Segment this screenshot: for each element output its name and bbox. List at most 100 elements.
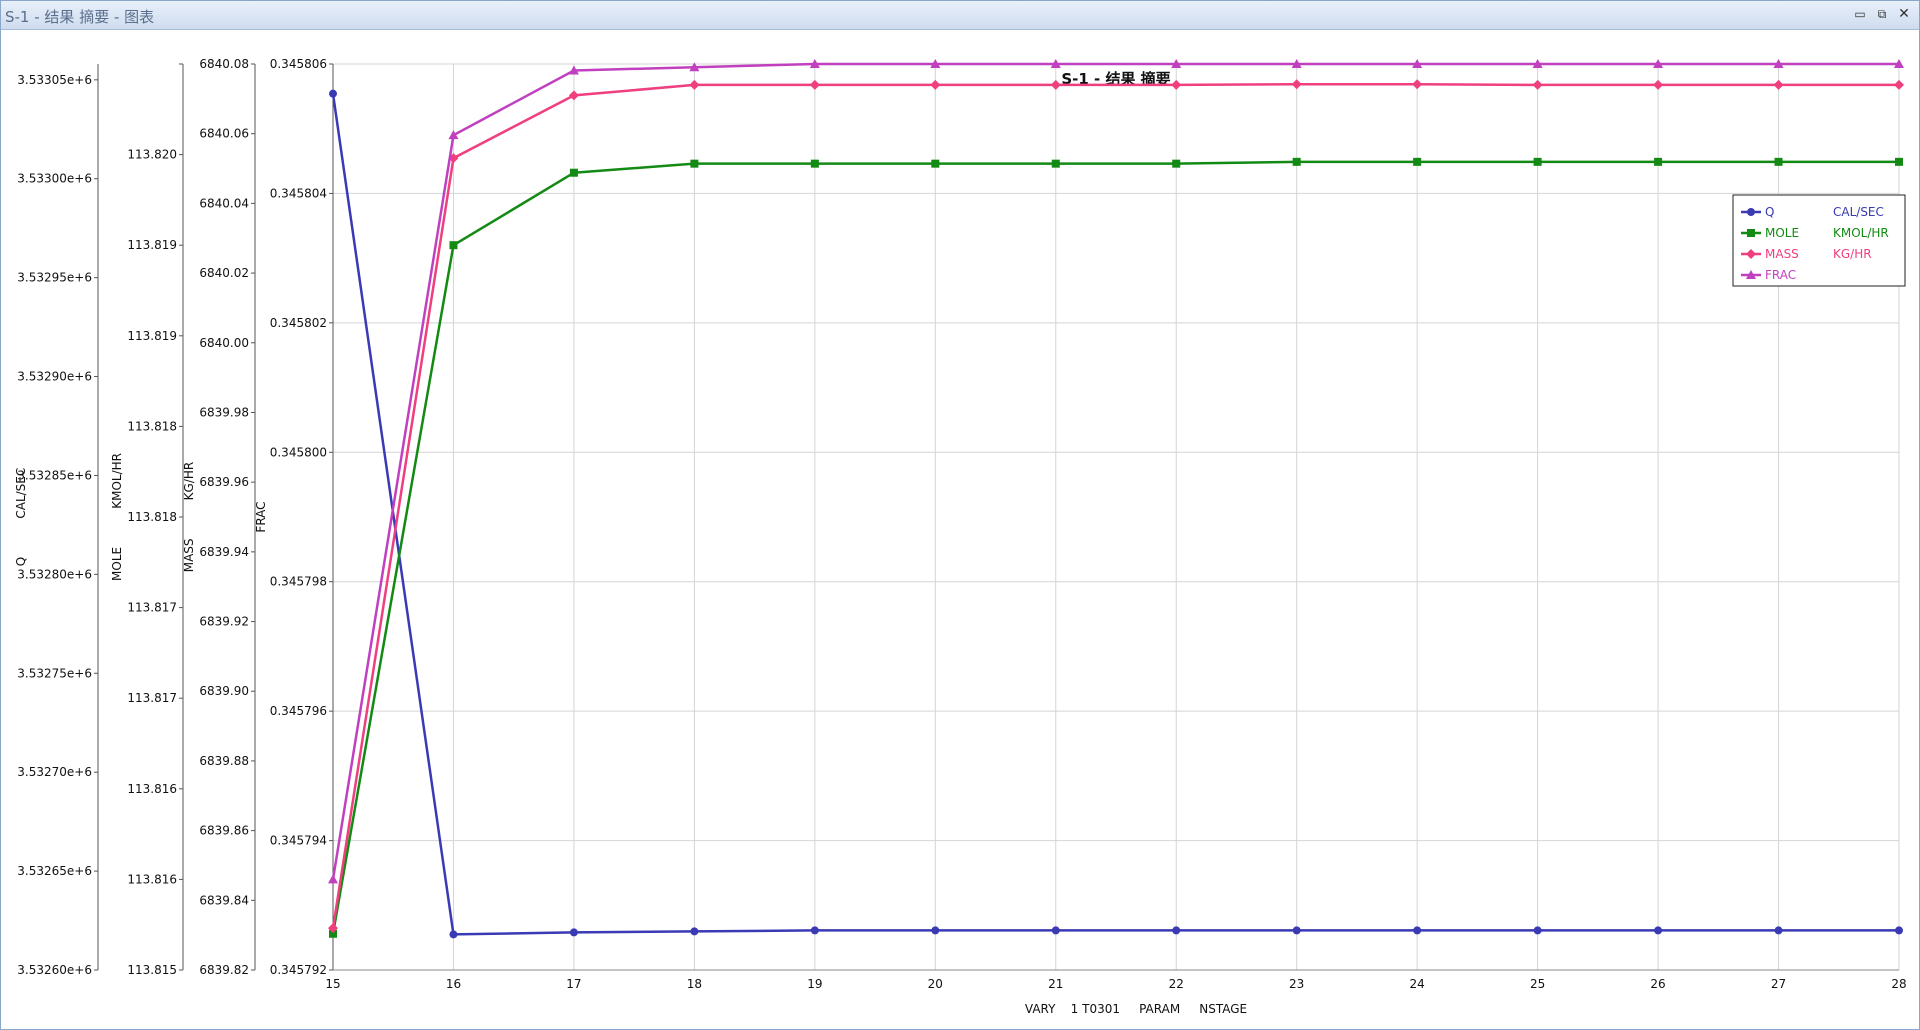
x-tick-label: 26 xyxy=(1650,977,1665,991)
q-tick-label: 3.53305e+6 xyxy=(17,73,92,87)
q-tick-label: 3.53300e+6 xyxy=(17,172,92,186)
x-tick-label: 28 xyxy=(1891,977,1906,991)
legend-unit: KMOL/HR xyxy=(1833,226,1889,240)
q-tick-label: 3.53280e+6 xyxy=(17,567,92,581)
data-point-mass xyxy=(689,79,700,90)
data-point-q xyxy=(449,930,458,939)
data-point-mass xyxy=(1291,79,1302,90)
data-point-mole xyxy=(1172,159,1181,168)
data-point-mass xyxy=(809,79,820,90)
legend-label: MOLE xyxy=(1765,226,1799,240)
data-point-q xyxy=(810,926,819,935)
frac-tick-label: 0.345794 xyxy=(270,834,327,848)
window-title: S-1 - 结果 摘要 - 图表 xyxy=(5,8,155,26)
series-line-q xyxy=(331,93,1899,936)
mass-tick-label: 6839.82 xyxy=(199,963,249,977)
frac-tick-label: 0.345798 xyxy=(270,575,327,589)
legend-marker-q xyxy=(1747,208,1755,216)
mass-tick-label: 6840.06 xyxy=(199,127,249,141)
frac-tick-label: 0.345792 xyxy=(270,963,327,977)
data-point-q xyxy=(569,928,578,937)
close-button[interactable]: ✕ xyxy=(1895,6,1913,22)
x-tick-label: 15 xyxy=(325,977,340,991)
mole-tick-label: 113.816 xyxy=(127,872,177,886)
mole-tick-label: 113.817 xyxy=(127,601,177,615)
q-tick-label: 3.53285e+6 xyxy=(17,468,92,482)
mass-tick-label: 6839.92 xyxy=(199,615,249,629)
mass-tick-label: 6840.04 xyxy=(199,196,249,210)
data-point-mole xyxy=(690,159,699,168)
data-point-mole xyxy=(1895,157,1903,166)
mass-tick-label: 6839.84 xyxy=(199,893,249,907)
q-tick-label: 3.53265e+6 xyxy=(17,864,92,878)
x-tick-label: 21 xyxy=(1048,977,1063,991)
x-tick-label: 27 xyxy=(1771,977,1786,991)
legend-unit: KG/HR xyxy=(1833,247,1872,261)
data-point-q xyxy=(1774,926,1783,935)
x-tick-label: 16 xyxy=(446,977,461,991)
data-point-frac xyxy=(328,874,338,884)
data-point-mole xyxy=(1051,159,1060,168)
data-point-mass xyxy=(1532,79,1543,90)
data-point-mole xyxy=(1533,157,1542,166)
minimize-button[interactable]: ▭ xyxy=(1851,6,1869,22)
chart-window: S-1 - 结果 摘要 - 图表 ▭ ⧉ ✕ 3.53260e+6 3.53265… xyxy=(0,0,1920,1030)
data-point-mass xyxy=(1171,79,1182,90)
mass-tick-label: 6839.88 xyxy=(199,754,249,768)
mole-axis-title: MOLE KMOL/HR xyxy=(110,453,124,581)
x-tick-label: 22 xyxy=(1169,977,1184,991)
data-point-mole xyxy=(1413,157,1422,166)
mole-tick-label: 113.818 xyxy=(127,510,177,524)
series-line-mass xyxy=(331,82,1899,929)
data-point-mass xyxy=(1894,79,1904,90)
data-point-q xyxy=(690,927,699,936)
q-tick-label: 3.53260e+6 xyxy=(17,963,92,977)
x-tick-label: 24 xyxy=(1410,977,1425,991)
data-point-q xyxy=(1172,926,1181,935)
mole-tick-label: 113.817 xyxy=(127,691,177,705)
mole-tick-label: 113.815 xyxy=(127,963,177,977)
mass-tick-label: 6839.90 xyxy=(199,684,249,698)
x-tick-label: 20 xyxy=(928,977,943,991)
restore-button[interactable]: ⧉ xyxy=(1873,6,1891,22)
frac-tick-label: 0.345796 xyxy=(270,704,327,718)
q-tick-label: 3.53275e+6 xyxy=(17,666,92,680)
x-tick-label: 18 xyxy=(687,977,702,991)
mole-tick-label: 113.816 xyxy=(127,782,177,796)
legend-unit: CAL/SEC xyxy=(1833,205,1884,219)
series-line-mole xyxy=(331,160,1899,934)
mass-tick-label: 6839.96 xyxy=(199,475,249,489)
mass-tick-label: 6840.00 xyxy=(199,336,249,350)
mole-tick-label: 113.818 xyxy=(127,419,177,433)
x-tick-label: 25 xyxy=(1530,977,1545,991)
x-tick-label: 23 xyxy=(1289,977,1304,991)
frac-tick-label: 0.345806 xyxy=(270,57,327,71)
data-point-mass xyxy=(1773,79,1784,90)
frac-tick-label: 0.345804 xyxy=(270,186,327,200)
legend-label: FRAC xyxy=(1765,268,1796,282)
data-point-q xyxy=(329,89,337,98)
mole-tick-label: 113.819 xyxy=(127,238,177,252)
q-tick-label: 3.53270e+6 xyxy=(17,765,92,779)
legend-label: MASS xyxy=(1765,247,1799,261)
x-axis-title: VARY 1 T0301 PARAM NSTAGE xyxy=(1025,1002,1247,1016)
series-line-frac xyxy=(331,62,1899,880)
mass-tick-label: 6839.86 xyxy=(199,824,249,838)
data-point-q xyxy=(1533,926,1542,935)
mole-tick-label: 113.819 xyxy=(127,329,177,343)
data-point-mass xyxy=(1412,79,1423,90)
data-point-mass xyxy=(1050,79,1061,90)
data-point-q xyxy=(1292,926,1301,935)
data-point-mass xyxy=(568,90,579,101)
data-point-q xyxy=(1051,926,1060,935)
data-point-mass xyxy=(930,79,941,90)
data-point-q xyxy=(1654,926,1663,935)
data-point-mole xyxy=(1654,157,1663,166)
frac-tick-label: 0.345800 xyxy=(270,445,327,459)
legend-marker-mole xyxy=(1747,229,1755,237)
title-bar[interactable]: S-1 - 结果 摘要 - 图表 ▭ ⧉ ✕ xyxy=(1,1,1919,30)
data-point-q xyxy=(1895,926,1903,935)
q-tick-label: 3.53295e+6 xyxy=(17,271,92,285)
data-point-mole xyxy=(449,241,458,250)
mass-axis-title: MASS KG/HR xyxy=(182,462,196,573)
